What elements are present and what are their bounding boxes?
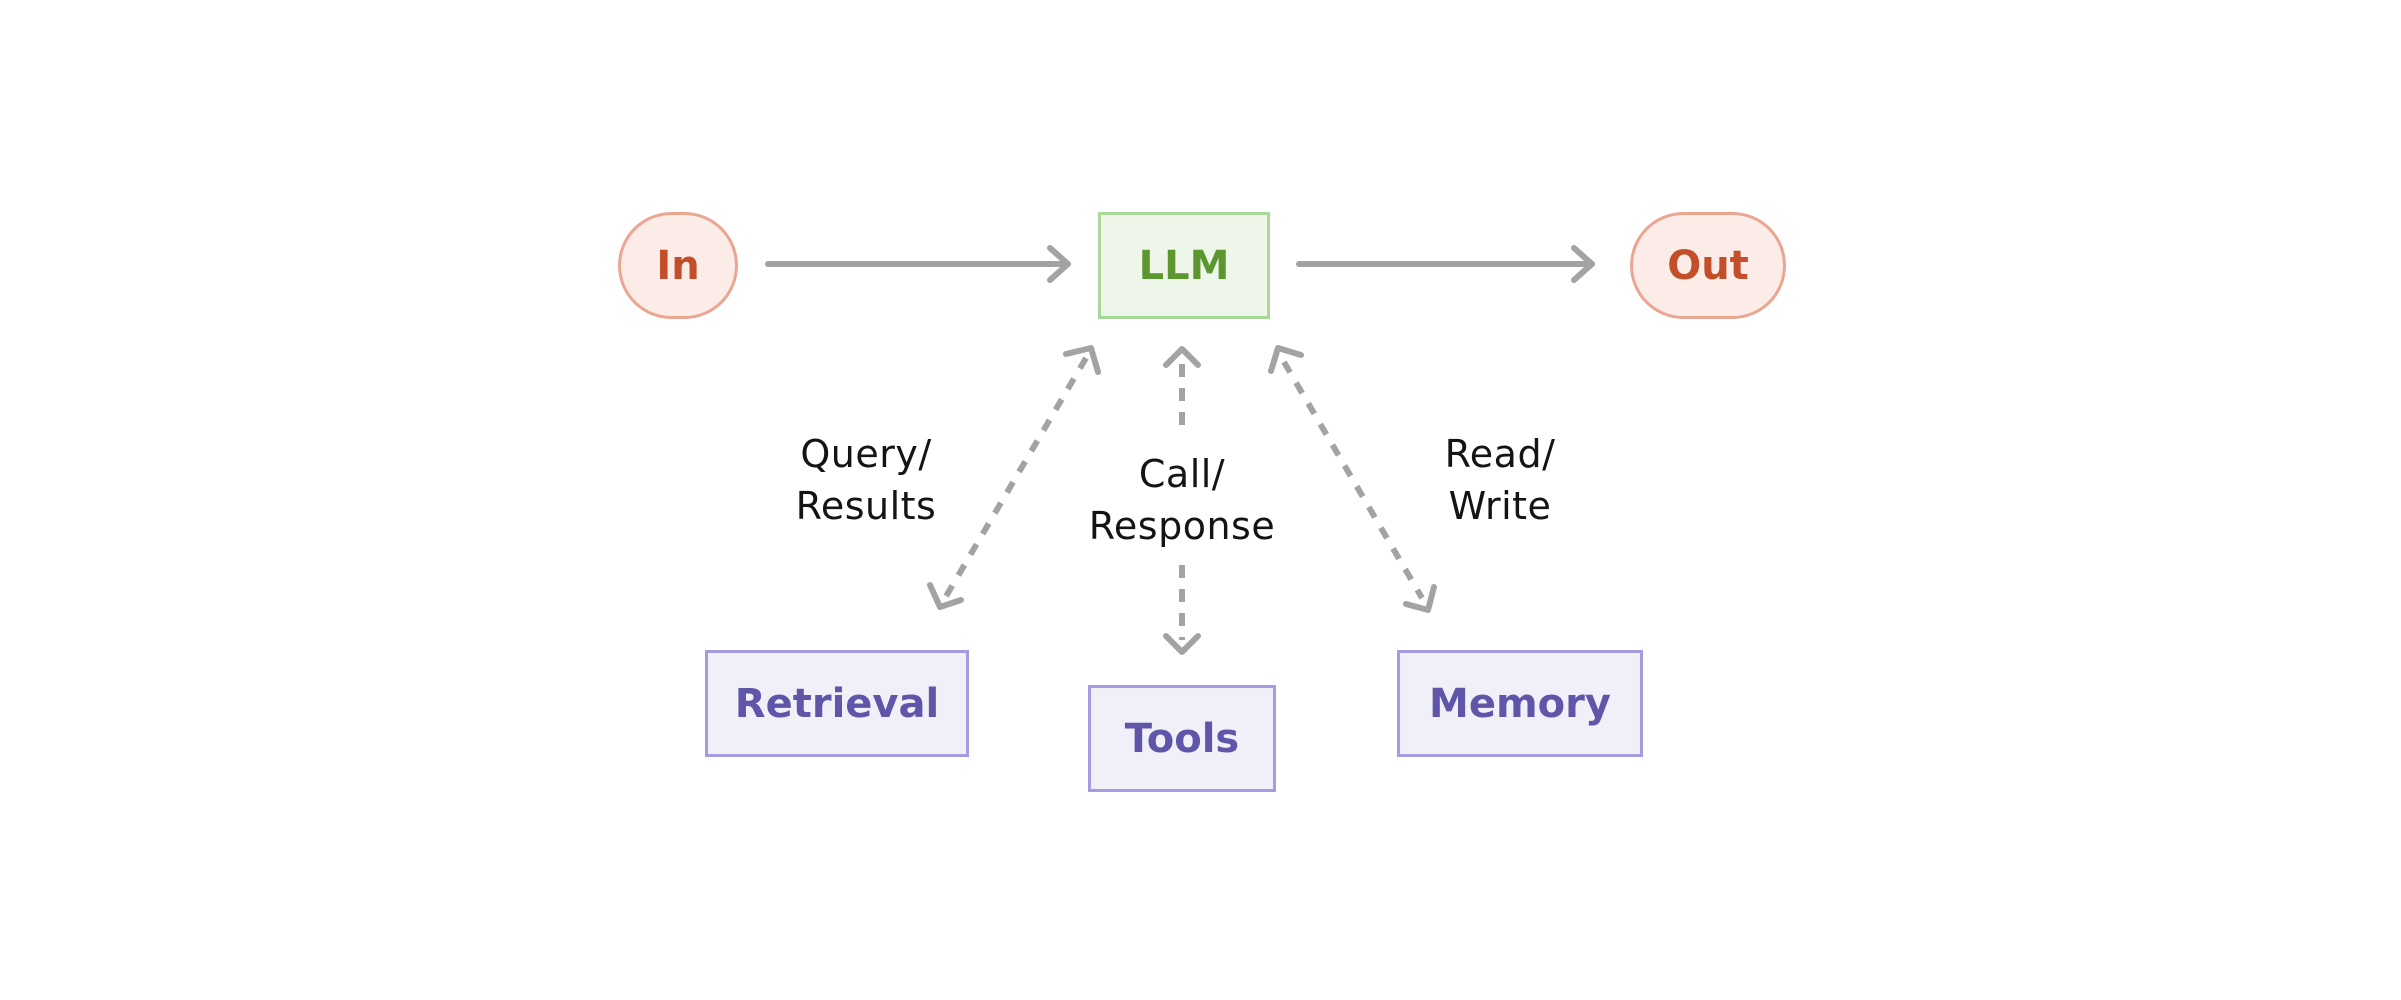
tools-node-label: Tools [1124, 715, 1240, 762]
edge-label-read-write: Read/ Write [1444, 432, 1556, 528]
input-node-label: In [656, 242, 700, 289]
input-node: In [618, 212, 738, 319]
llm-node-label: LLM [1138, 242, 1230, 289]
retrieval-node: Retrieval [705, 650, 969, 757]
llm-node: LLM [1098, 212, 1270, 319]
arrow-llm-to-out [1296, 245, 1595, 283]
arrow-in-to-llm [765, 245, 1071, 283]
memory-node: Memory [1397, 650, 1643, 757]
output-node-label: Out [1667, 242, 1749, 289]
edge-label-call-response: Call/ Response [1088, 452, 1276, 548]
retrieval-node-label: Retrieval [734, 680, 940, 727]
tools-node: Tools [1088, 685, 1276, 792]
output-node: Out [1630, 212, 1786, 319]
memory-node-label: Memory [1429, 680, 1611, 727]
edge-label-query-results: Query/ Results [795, 432, 937, 528]
